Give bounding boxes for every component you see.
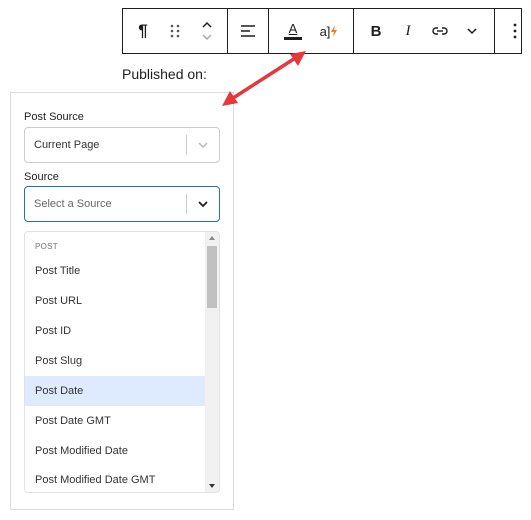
text-color-icon[interactable]: A bbox=[275, 9, 311, 53]
post-source-label: Post Source bbox=[24, 111, 84, 123]
bolt-icon bbox=[331, 25, 338, 37]
source-label: Source bbox=[24, 171, 59, 183]
toolbar-group-color: A a] bbox=[269, 9, 354, 53]
chevron-down-icon bbox=[187, 200, 219, 208]
toolbar-group-more bbox=[495, 9, 531, 53]
bold-icon[interactable]: B bbox=[360, 9, 392, 53]
toolbar-group-block: ¶ bbox=[123, 9, 228, 53]
toolbar-group-format: B I bbox=[354, 9, 495, 53]
post-source-value: Current Page bbox=[34, 139, 100, 151]
scroll-down-icon[interactable] bbox=[205, 480, 219, 492]
italic-icon[interactable]: I bbox=[392, 9, 424, 53]
more-options-icon[interactable] bbox=[499, 9, 531, 53]
post-source-select[interactable]: Current Page bbox=[24, 127, 220, 163]
published-on-text[interactable]: Published on: bbox=[122, 66, 207, 82]
drag-handle-icon[interactable] bbox=[159, 9, 191, 53]
menu-scrollbar[interactable] bbox=[205, 232, 219, 492]
source-dropdown-menu: POST Post Title Post URL Post ID Post Sl… bbox=[24, 231, 220, 493]
toolbar-group-align bbox=[228, 9, 269, 53]
dynamic-data-label: a] bbox=[319, 23, 331, 39]
menu-item-post-modified-date-gmt[interactable]: Post Modified Date GMT bbox=[25, 465, 207, 492]
align-left-icon[interactable] bbox=[232, 9, 264, 53]
menu-item-post-date-gmt[interactable]: Post Date GMT bbox=[25, 406, 207, 436]
text-color-letter: A bbox=[288, 21, 298, 36]
menu-item-post-title[interactable]: Post Title bbox=[25, 256, 207, 286]
dynamic-data-panel: Post Source Current Page Source Select a… bbox=[10, 92, 234, 510]
source-placeholder: Select a Source bbox=[34, 198, 112, 210]
menu-item-post-slug[interactable]: Post Slug bbox=[25, 346, 207, 376]
dynamic-data-icon[interactable]: a] bbox=[311, 9, 347, 53]
menu-item-post-id[interactable]: Post ID bbox=[25, 316, 207, 346]
source-select[interactable]: Select a Source bbox=[24, 186, 220, 222]
move-up-down-icon[interactable] bbox=[191, 9, 223, 53]
menu-item-post-date[interactable]: Post Date bbox=[25, 376, 207, 406]
menu-item-post-url[interactable]: Post URL bbox=[25, 286, 207, 316]
link-icon[interactable] bbox=[424, 9, 456, 53]
paragraph-icon[interactable]: ¶ bbox=[127, 9, 159, 53]
chevron-down-icon bbox=[187, 141, 219, 149]
text-color-swatch bbox=[284, 37, 302, 40]
chevron-down-icon[interactable] bbox=[456, 9, 488, 53]
scroll-up-icon[interactable] bbox=[205, 232, 219, 244]
menu-group-label: POST bbox=[35, 242, 58, 251]
block-toolbar: ¶ A a] B I bbox=[122, 8, 522, 54]
menu-item-post-modified-date[interactable]: Post Modified Date bbox=[25, 436, 207, 466]
scroll-thumb[interactable] bbox=[207, 246, 217, 308]
